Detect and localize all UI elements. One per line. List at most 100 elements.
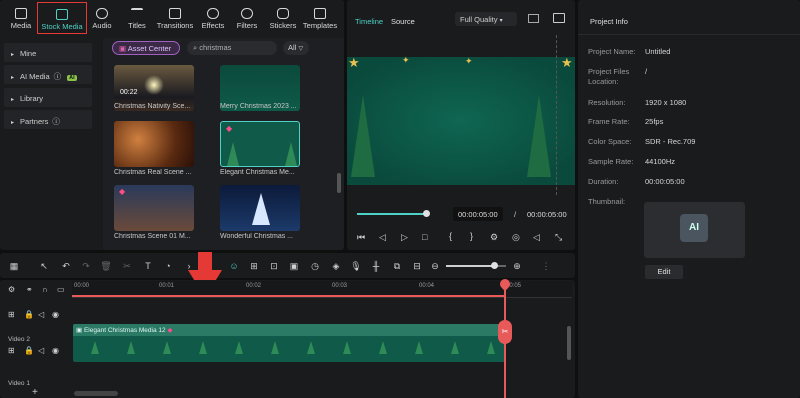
scrollbar[interactable] — [337, 173, 341, 193]
grid-view-icon[interactable]: ▦ — [8, 260, 20, 272]
link-icon[interactable]: ⚭ — [26, 285, 33, 294]
filter-all-dropdown[interactable]: All ▽ — [283, 41, 309, 55]
cut-icon[interactable]: ✂ — [121, 260, 133, 272]
timeline-vertical-scrollbar[interactable] — [567, 326, 571, 360]
thumbnail-wonderful-christmas[interactable] — [220, 185, 300, 231]
color-space-value: SDR - Rec.709 — [645, 137, 696, 146]
asset-center-button[interactable]: ▣ Asset Center — [112, 41, 180, 55]
grid-icon[interactable] — [528, 14, 539, 23]
snapshot-icon[interactable] — [553, 13, 565, 23]
zoom-slider[interactable] — [446, 262, 506, 269]
time-separator: / — [514, 210, 517, 219]
select-tool-icon[interactable]: ↖ — [38, 260, 50, 272]
add-track-icon[interactable]: ⊞ — [8, 310, 15, 319]
tree-icon — [252, 193, 270, 225]
more-options-icon[interactable]: ⋮ — [540, 260, 552, 272]
video-clip[interactable]: ▣ Elegant Christmas Media 12 ◆ — [73, 324, 505, 362]
tree-icon — [351, 95, 375, 177]
search-field[interactable]: ⌕ christmas — [187, 41, 277, 55]
eye-icon[interactable]: ◉ — [52, 346, 59, 355]
mark-out-icon[interactable]: } — [470, 231, 473, 241]
stock-media-icon — [56, 9, 68, 20]
magnet-icon[interactable]: ∩ — [42, 285, 48, 294]
project-location-label: Project Files Location: — [588, 67, 630, 86]
color-space-label: Color Space: — [588, 137, 632, 146]
thumbnail-title: Christmas Nativity Sce... — [114, 103, 191, 110]
tab-timeline[interactable]: Timeline — [355, 17, 383, 26]
tab-templates[interactable]: Templates — [296, 2, 344, 34]
volume-icon[interactable]: ◁ — [533, 232, 540, 243]
add-track-icon[interactable]: ⊞ — [8, 346, 15, 355]
speed-icon[interactable]: ◷ — [309, 260, 321, 272]
mute-icon[interactable]: ◁ — [38, 346, 44, 355]
image-icon[interactable]: ▣ — [288, 260, 300, 272]
timeline-ruler-marks — [556, 35, 570, 195]
transform-icon[interactable]: ⊡ — [268, 260, 280, 272]
microphone-icon[interactable]: 🎙 — [350, 260, 362, 272]
playback-slider[interactable] — [357, 210, 430, 217]
split-scissors-button[interactable]: ✂ — [498, 320, 512, 344]
play-icon[interactable]: ▷ — [401, 232, 408, 243]
camera-icon[interactable]: ◎ — [512, 232, 520, 243]
sample-rate-label: Sample Rate: — [588, 157, 634, 166]
project-info-panel: Project Info Project Name: Untitled Proj… — [578, 0, 800, 398]
add-track-button[interactable]: + — [32, 387, 38, 398]
settings-icon[interactable]: ⚙ — [490, 232, 498, 243]
duration-label: 00:22 — [120, 89, 138, 96]
snapshot-icon[interactable]: ⊟ — [411, 260, 423, 272]
tree-icon — [343, 341, 351, 354]
mute-icon[interactable]: ◁ — [38, 310, 44, 319]
redo-icon[interactable]: ↷ — [80, 260, 92, 272]
fullscreen-icon[interactable]: ⤡ — [555, 232, 562, 243]
thumbnail-elegant-christmas[interactable]: ◆ — [220, 121, 300, 167]
split-screen-icon[interactable]: ⧉ — [391, 260, 403, 272]
crop-icon[interactable]: ◔ — [162, 260, 174, 272]
eye-icon[interactable]: ◉ — [52, 310, 59, 319]
thumbnail-real-scene[interactable] — [114, 121, 194, 167]
lock-icon[interactable]: 🔒 — [24, 346, 34, 355]
sidebar-item-library[interactable]: ▸ Library — [4, 88, 92, 107]
duration-value: 00:00:05:00 — [645, 177, 685, 186]
edit-button[interactable]: Edit — [645, 265, 683, 279]
tab-source[interactable]: Source — [391, 17, 415, 26]
tree-icon — [307, 341, 315, 354]
resolution-value: 1920 x 1080 — [645, 98, 687, 107]
zoom-out-icon[interactable]: ⊖ — [429, 260, 441, 272]
video-preview[interactable]: ★ ✦ ✦ ★ — [347, 55, 575, 185]
thumbnail-christmas-scene[interactable]: ◆ — [114, 185, 194, 231]
previous-frame-icon[interactable]: ⏮ — [357, 232, 365, 243]
settings-icon[interactable]: ⚙ — [8, 285, 15, 294]
zoom-slider-handle[interactable] — [491, 262, 498, 269]
quality-dropdown[interactable]: Full Quality ▾ — [455, 12, 517, 26]
delete-icon[interactable]: 🗑 — [100, 260, 112, 272]
lock-icon[interactable]: 🔒 — [24, 310, 34, 319]
playback-slider-handle[interactable] — [423, 210, 430, 217]
sidebar-item-mine[interactable]: ▸ Mine — [4, 43, 92, 62]
tree-icon — [271, 341, 279, 354]
info-icon: ⓘ — [52, 117, 60, 126]
zoom-in-icon[interactable]: ⊕ — [511, 260, 523, 272]
player-panel: Timeline Source Full Quality ▾ ★ ✦ ✦ ★ 0… — [347, 0, 575, 250]
mask-icon[interactable]: ⊞ — [248, 260, 260, 272]
media-browser-panel: Media Stock Media Audio Titles Transitio… — [0, 0, 344, 250]
undo-icon[interactable]: ↶ — [60, 260, 72, 272]
timeline-scrollbar[interactable] — [74, 391, 118, 396]
media-icon — [15, 8, 27, 19]
ai-tool-icon[interactable]: ☺ — [228, 260, 240, 272]
resolution-label: Resolution: — [588, 98, 626, 107]
sidebar-item-ai-media[interactable]: ▸ AI Media ⓘ AI — [4, 65, 92, 84]
tree-icon — [415, 341, 423, 354]
tree-icon — [379, 341, 387, 354]
marker-icon[interactable]: ▭ — [57, 285, 65, 294]
thumbnail-label: Thumbnail: — [588, 197, 626, 206]
text-tool-icon[interactable]: T — [142, 260, 154, 272]
stop-icon[interactable]: □ — [422, 232, 427, 242]
sidebar-item-partners[interactable]: ▸ Partners ⓘ — [4, 110, 92, 129]
step-back-icon[interactable]: ◁ — [379, 232, 386, 243]
mark-in-icon[interactable]: { — [449, 231, 452, 241]
audio-icon — [96, 8, 108, 19]
stabilize-icon[interactable]: ◈ — [330, 260, 342, 272]
frame-rate-label: Frame Rate: — [588, 117, 630, 126]
audio-mixer-icon[interactable]: ╫ — [370, 260, 382, 272]
project-thumbnail[interactable]: AI — [644, 202, 745, 258]
